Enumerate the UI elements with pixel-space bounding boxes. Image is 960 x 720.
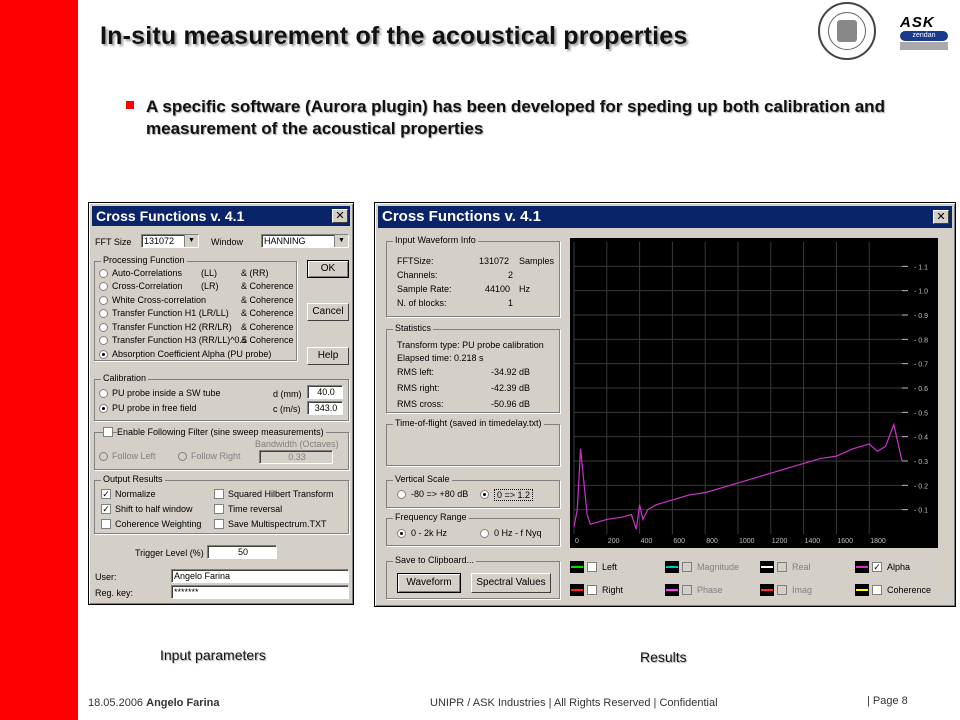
help-button[interactable]: Help: [307, 347, 349, 365]
university-seal-logo: [818, 2, 876, 60]
cancel-button[interactable]: Cancel: [307, 303, 349, 321]
phase-swatch: [665, 584, 679, 596]
fft-size-label: FFT Size: [95, 237, 132, 247]
input-parameters-window: Cross Functions v. 4.1 ✕ FFT Size 131072…: [88, 202, 354, 605]
y-tick-label: - 0.7: [914, 362, 928, 369]
right-checkbox[interactable]: [587, 585, 597, 595]
magnitude-checkbox[interactable]: [682, 562, 692, 572]
close-icon[interactable]: ✕: [933, 210, 949, 224]
radio-free-field[interactable]: [99, 404, 108, 413]
alpha-chart: 0 200 400 600 800 1000 1200 1400 1600 1800 - 1.1 - …: [570, 238, 938, 548]
bullet-text: A specific software (Aurora plugin) has …: [146, 97, 885, 138]
radio-follow-right[interactable]: [178, 452, 187, 461]
reg-key-field[interactable]: *******: [171, 585, 349, 599]
user-field[interactable]: Angelo Farina: [171, 569, 349, 583]
left-swatch: [570, 561, 584, 573]
x-tick-label: 200: [608, 538, 620, 545]
x-tick-label: 400: [641, 538, 653, 545]
spectral-values-button[interactable]: Spectral Values: [471, 573, 551, 593]
radio-auto-correlations[interactable]: [99, 269, 108, 278]
radio-sw-tube[interactable]: [99, 389, 108, 398]
save-multispectrum-checkbox[interactable]: [214, 519, 224, 529]
trigger-level-field[interactable]: 50: [207, 545, 277, 559]
bandwidth-field[interactable]: 0.33: [259, 450, 333, 464]
footer-center: UNIPR / ASK Industries | All Rights Rese…: [430, 697, 718, 709]
real-swatch: [760, 561, 774, 573]
y-tick-label: - 0.8: [914, 337, 928, 344]
radio-transfer-h2[interactable]: [99, 323, 108, 332]
x-tick-label: 1200: [772, 538, 788, 545]
window-title: Cross Functions v. 4.1: [378, 206, 952, 228]
waveform-button[interactable]: Waveform: [397, 573, 461, 593]
radio-db-scale[interactable]: [397, 490, 406, 499]
bullet-item: A specific software (Aurora plugin) has …: [126, 96, 886, 140]
coherence-swatch: [855, 584, 869, 596]
window-title: Cross Functions v. 4.1: [92, 206, 350, 226]
radio-freq-2k[interactable]: [397, 529, 406, 538]
y-tick-label: - 0.2: [914, 483, 928, 490]
radio-white-cross-correlation[interactable]: [99, 296, 108, 305]
x-tick-label: 1400: [805, 538, 821, 545]
x-tick-label: 600: [673, 538, 685, 545]
bullet-square-icon: [126, 101, 134, 109]
ask-logo: ASK zendan: [900, 14, 948, 50]
enable-filter-checkbox[interactable]: [103, 427, 113, 437]
imag-swatch: [760, 584, 774, 596]
right-swatch: [570, 584, 584, 596]
alpha-swatch: [855, 561, 869, 573]
radio-transfer-h1[interactable]: [99, 309, 108, 318]
radio-linear-scale[interactable]: [480, 490, 489, 499]
left-checkbox[interactable]: [587, 562, 597, 572]
imag-checkbox[interactable]: [777, 585, 787, 595]
ok-button[interactable]: OK: [307, 260, 349, 278]
magnitude-swatch: [665, 561, 679, 573]
radio-absorption-alpha[interactable]: [99, 350, 108, 359]
real-checkbox[interactable]: [777, 562, 787, 572]
x-tick-label: 1600: [837, 538, 853, 545]
alpha-chart-svg: 0 200 400 600 800 1000 1200 1400 1600 1800 - 1.1 - …: [573, 242, 928, 545]
radio-follow-left[interactable]: [99, 452, 108, 461]
x-tick-label: 1800: [870, 538, 886, 545]
window-select[interactable]: HANNING ▼: [261, 234, 349, 248]
coherence-weighting-checkbox[interactable]: [101, 519, 111, 529]
time-of-flight-group: Time-of-flight (saved in timedelay.txt): [386, 418, 560, 466]
y-tick-label: - 0.4: [914, 435, 928, 442]
chevron-down-icon: ▼: [184, 235, 198, 247]
c-ms-field[interactable]: 343.0: [307, 401, 343, 415]
y-tick-label: - 0.9: [914, 313, 928, 320]
y-tick-label: - 0.5: [914, 410, 928, 417]
x-tick-label: 800: [706, 538, 718, 545]
radio-cross-correlation[interactable]: [99, 282, 108, 291]
radio-transfer-h3[interactable]: [99, 336, 108, 345]
time-reversal-checkbox[interactable]: [214, 504, 224, 514]
y-tick-label: - 1.0: [914, 289, 928, 296]
x-tick-label: 0: [575, 538, 579, 545]
phase-checkbox[interactable]: [682, 585, 692, 595]
alpha-checkbox[interactable]: ✓: [872, 562, 882, 572]
x-tick-label: 1000: [739, 538, 755, 545]
fft-size-select[interactable]: 131072 ▼: [141, 234, 199, 248]
y-tick-label: - 1.1: [914, 264, 928, 271]
d-mm-field[interactable]: 40.0: [307, 385, 343, 399]
normalize-checkbox[interactable]: ✓: [101, 489, 111, 499]
squared-hilbert-checkbox[interactable]: [214, 489, 224, 499]
coherence-checkbox[interactable]: [872, 585, 882, 595]
window-label: Window: [211, 237, 244, 247]
footer-page: | Page 8: [867, 695, 908, 707]
shift-half-window-checkbox[interactable]: ✓: [101, 504, 111, 514]
caption-results: Results: [640, 649, 687, 665]
accent-sidebar: [0, 0, 78, 720]
radio-freq-nyq[interactable]: [480, 529, 489, 538]
footer-date-author: 18.05.2006 Angelo Farina: [88, 697, 220, 709]
caption-input-parameters: Input parameters: [160, 647, 266, 663]
chevron-down-icon: ▼: [334, 235, 348, 247]
y-tick-label: - 0.1: [914, 508, 928, 515]
y-tick-label: - 0.6: [914, 386, 928, 393]
y-tick-label: - 0.3: [914, 459, 928, 466]
slide-title: In-situ measurement of the acoustical pr…: [100, 22, 688, 50]
close-icon[interactable]: ✕: [332, 209, 348, 223]
